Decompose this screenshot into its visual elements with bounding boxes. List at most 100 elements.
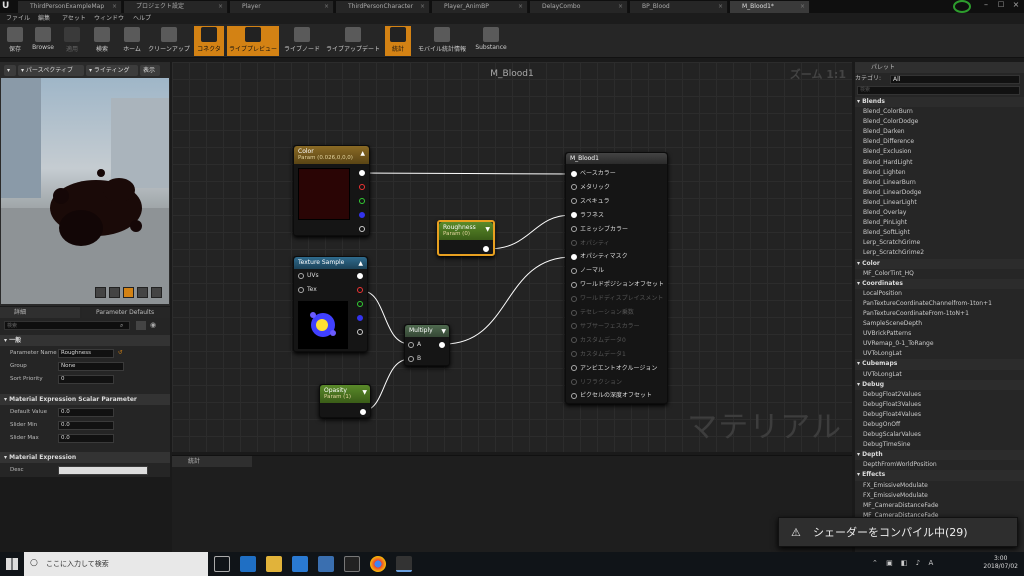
default-value-input[interactable]: 0.0 — [58, 408, 114, 417]
palette-item[interactable]: Blend_LinearLight — [855, 198, 1024, 208]
viewport-menu-button[interactable]: ▾ — [4, 65, 16, 76]
pin-g[interactable] — [359, 198, 365, 204]
palette-item[interactable]: Blend_Difference — [855, 137, 1024, 147]
menu-asset[interactable]: アセット — [62, 13, 86, 24]
tab-thirdpersonexamplemap[interactable]: ThirdPersonExampleMap × — [18, 1, 122, 13]
unreal-editor-icon[interactable] — [396, 556, 412, 572]
stats-button[interactable]: 統計 — [385, 26, 411, 56]
palette-item[interactable]: Blend_ColorBurn — [855, 107, 1024, 117]
pin-rgb[interactable] — [359, 170, 365, 176]
result-pin[interactable]: メタリック — [571, 182, 610, 191]
pin-r[interactable] — [359, 184, 365, 190]
palette-item[interactable]: Blend_LinearBurn — [855, 178, 1024, 188]
result-pin[interactable]: アンビエントオクルージョン — [571, 363, 657, 372]
preview-mesh-button[interactable] — [151, 287, 162, 298]
parameter-name-input[interactable]: Roughness — [58, 349, 114, 358]
palette-item[interactable]: Blend_Overlay — [855, 208, 1024, 218]
palette-item[interactable]: DebugFloat4Values — [855, 410, 1024, 420]
epic-launcher-icon[interactable] — [344, 556, 360, 572]
node-opacity-param[interactable]: Opasity Param (1) ▼ — [319, 384, 371, 418]
pin-r-out[interactable] — [357, 287, 363, 293]
palette-item[interactable]: UVToLongLat — [855, 349, 1024, 359]
mobile-stats-button[interactable]: モバイル統計情報 — [414, 26, 470, 56]
tab-m-blood1[interactable]: M_Blood1* × — [730, 1, 810, 13]
preview-cylinder-button[interactable] — [95, 287, 106, 298]
pin-b[interactable] — [359, 212, 365, 218]
browse-button[interactable]: Browse — [28, 26, 58, 56]
palette-item[interactable]: DebugOnOff — [855, 420, 1024, 430]
tab-player-animbp[interactable]: Player_AnimBP × — [432, 1, 528, 13]
close-icon[interactable]: × — [1010, 0, 1022, 12]
parameter-defaults-tab[interactable]: Parameter Defaults — [82, 307, 170, 318]
palette-category[interactable]: ▾ Depth — [855, 450, 1024, 461]
save-button[interactable]: 保存 — [4, 26, 26, 56]
result-pin[interactable]: エミッシブカラー — [571, 224, 628, 233]
details-search-input[interactable]: 検索 — [4, 321, 130, 330]
live-preview-button[interactable]: ライブプレビュー — [227, 26, 279, 56]
cleanup-button[interactable]: クリーンアップ — [147, 26, 191, 56]
palette-item[interactable]: MF_CameraDistanceFade — [855, 501, 1024, 511]
mail-icon[interactable] — [318, 556, 334, 572]
palette-category[interactable]: ▾ Blends — [855, 97, 1024, 108]
palette-item[interactable]: Blend_Exclusion — [855, 147, 1024, 157]
category-dropdown[interactable]: All — [890, 75, 1020, 84]
section-scalar-parameter[interactable]: ▾ Material Expression Scalar Parameter — [0, 394, 170, 405]
palette-item[interactable]: Blend_PinLight — [855, 218, 1024, 228]
stats-tab[interactable]: 統計 — [172, 456, 252, 467]
result-pin[interactable]: カスタムデータ1 — [571, 349, 626, 358]
section-general[interactable]: ▾ 一般 — [0, 335, 170, 346]
desc-input[interactable] — [58, 466, 148, 475]
palette-item[interactable]: Blend_HardLight — [855, 158, 1024, 168]
collapse-icon[interactable]: ▲ — [360, 150, 365, 157]
pin-a-out[interactable] — [357, 329, 363, 335]
result-pin[interactable]: ピクセルの深度オフセット — [571, 390, 652, 399]
pin-value-out[interactable] — [483, 246, 489, 252]
live-nodes-button[interactable]: ライブノード — [282, 26, 322, 56]
sort-priority-input[interactable]: 0 — [58, 375, 114, 384]
palette-item[interactable]: Blend_Lighten — [855, 168, 1024, 178]
palette-item[interactable]: MF_ColorTint_HQ — [855, 269, 1024, 279]
collapse-icon[interactable]: ▼ — [441, 328, 446, 335]
reset-icon[interactable]: ↺ — [118, 347, 123, 360]
tab-player[interactable]: Player × — [230, 1, 334, 13]
palette-item[interactable]: Blend_ColorDodge — [855, 117, 1024, 127]
palette-item[interactable]: DebugFloat2Values — [855, 390, 1024, 400]
result-pin[interactable]: ワールドディスプレイスメント — [571, 293, 663, 302]
palette-search-input[interactable]: 検索 — [857, 86, 1020, 95]
collapse-icon[interactable]: ▼ — [485, 226, 490, 233]
palette-item[interactable]: FX_EmissiveModulate — [855, 491, 1024, 501]
tab-project-settings[interactable]: プロジェクト設定 × — [124, 1, 228, 13]
pin-result-out[interactable] — [439, 342, 445, 348]
view-options-icon[interactable] — [136, 321, 146, 330]
details-tab[interactable]: 詳細 — [0, 307, 80, 318]
palette-category[interactable]: ▾ Debug — [855, 379, 1024, 390]
palette-category[interactable]: ▾ Effects — [855, 470, 1024, 481]
palette-item[interactable]: LocalPosition — [855, 289, 1024, 299]
result-pin[interactable]: オパシティマスク — [571, 251, 628, 260]
live-update-button[interactable]: ライブアップデート — [325, 26, 381, 56]
collapse-icon[interactable]: ▲ — [358, 260, 363, 267]
palette-item[interactable]: SampleSceneDepth — [855, 319, 1024, 329]
tab-delaycombo[interactable]: DelayCombo × — [530, 1, 628, 13]
material-graph-canvas[interactable]: M_Blood1 ズーム 1:1 マテリアル Color Param (0.02… — [172, 62, 852, 452]
result-pin[interactable]: カスタムデータ0 — [571, 335, 626, 344]
palette-category[interactable]: ▾ Color — [855, 258, 1024, 269]
result-pin[interactable]: オパシティ — [571, 238, 610, 247]
pin-rgb-out[interactable] — [357, 273, 363, 279]
node-roughness-param[interactable]: Roughness Param (0) ▼ — [437, 220, 495, 256]
palette-item[interactable]: PanTextureCoordinateFrom-1toN+1 — [855, 309, 1024, 319]
palette-item[interactable]: UVToLongLat — [855, 370, 1024, 380]
result-pin[interactable]: ベースカラー — [571, 168, 616, 177]
palette-category[interactable]: ▾ Coordinates — [855, 278, 1024, 289]
palette-item[interactable]: FX_EmissiveModulate — [855, 481, 1024, 491]
preview-cube-button[interactable] — [137, 287, 148, 298]
pin-g-out[interactable] — [357, 301, 363, 307]
pin-b-out[interactable] — [357, 315, 363, 321]
substance-button[interactable]: Substance — [474, 26, 508, 56]
pin-a[interactable]: A — [408, 341, 421, 348]
pin-value-out[interactable] — [360, 409, 366, 415]
result-pin[interactable]: リフラクション — [571, 377, 622, 386]
tab-thirdpersoncharacter[interactable]: ThirdPersonCharacter × — [336, 1, 430, 13]
tab-bp-blood[interactable]: BP_Blood × — [630, 1, 728, 13]
pin-b[interactable]: B — [408, 355, 421, 362]
